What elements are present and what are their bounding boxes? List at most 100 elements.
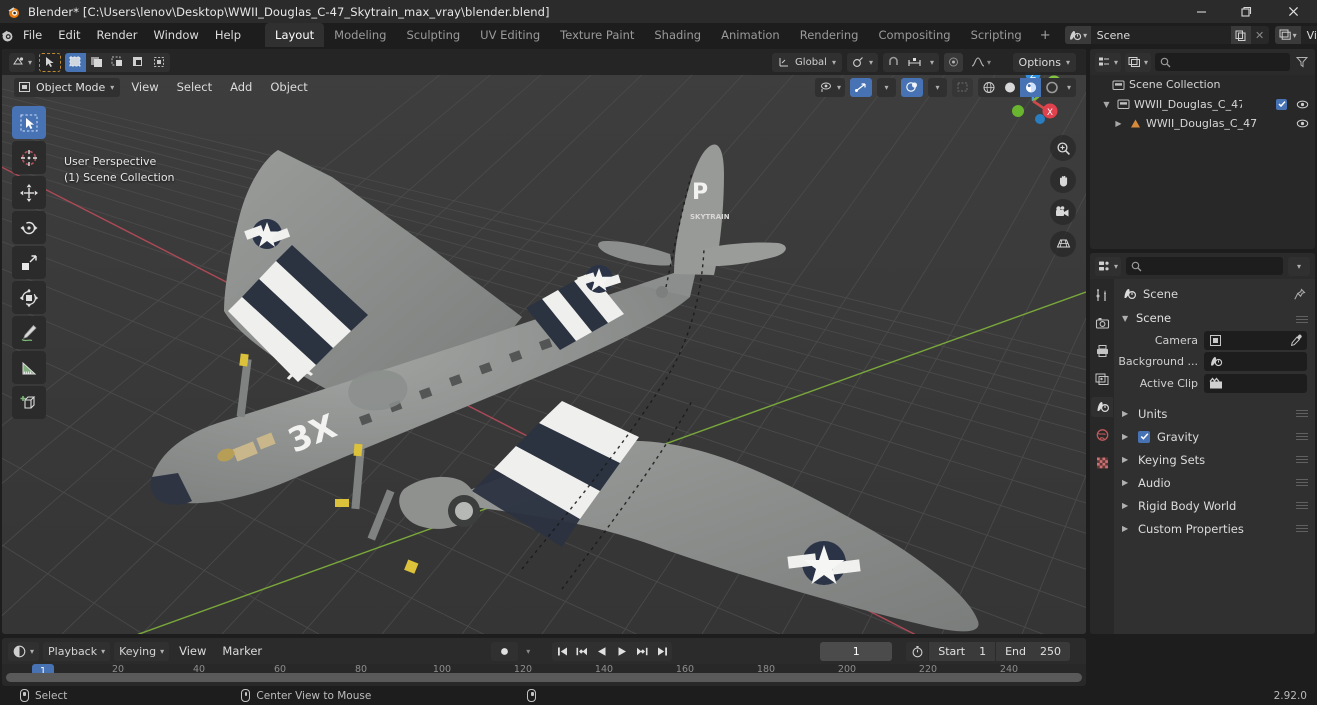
prev-keyframe-button[interactable]: [572, 642, 592, 661]
properties-search-input[interactable]: [1126, 257, 1283, 275]
tab-world[interactable]: [1091, 425, 1113, 445]
rotate-tool[interactable]: [12, 211, 46, 244]
timeline-editor[interactable]: ▾ Playback ▾ Keying ▾ View Marker ▾ 1 St…: [2, 638, 1086, 686]
viewport-menu-object[interactable]: Object: [263, 78, 314, 96]
snapping-group[interactable]: ▾: [882, 52, 939, 72]
next-keyframe-button[interactable]: [632, 642, 652, 661]
tab-scene[interactable]: [1091, 397, 1113, 417]
tab-animation[interactable]: Animation: [711, 23, 790, 47]
properties-section-keying-sets[interactable]: ▶ Keying Sets: [1114, 448, 1315, 471]
select-set-icon[interactable]: [65, 52, 87, 72]
outliner-editor-type-button[interactable]: ▾: [1095, 52, 1122, 72]
transform-tool[interactable]: [12, 281, 46, 314]
xray-toggle[interactable]: [952, 77, 973, 97]
gizmo-toggle[interactable]: [850, 77, 872, 97]
viewport-menu-add[interactable]: Add: [223, 78, 259, 96]
tab-compositing[interactable]: Compositing: [868, 23, 960, 47]
zoom-icon[interactable]: [1050, 135, 1076, 161]
camera-field[interactable]: [1204, 330, 1307, 350]
properties-section-audio[interactable]: ▶ Audio: [1114, 471, 1315, 494]
solid-shading-icon[interactable]: [999, 78, 1020, 97]
rendered-shading-icon[interactable]: [1041, 78, 1062, 97]
tab-scripting[interactable]: Scripting: [961, 23, 1032, 47]
toggle-orthographic-icon[interactable]: [1050, 231, 1076, 257]
tweak-tool-indicator[interactable]: [39, 52, 62, 72]
maximize-button[interactable]: [1224, 0, 1269, 23]
chevron-down-icon[interactable]: ▼: [1122, 314, 1131, 323]
properties-section-rigid-body-world[interactable]: ▶ Rigid Body World: [1114, 494, 1315, 517]
auto-keying-toggle[interactable]: [491, 641, 519, 661]
gizmo-dropdown[interactable]: ▾: [877, 77, 896, 97]
play-button[interactable]: [612, 642, 632, 661]
properties-panel-scene-header[interactable]: ▼ Scene: [1114, 308, 1315, 328]
jump-to-end-button[interactable]: [652, 642, 672, 661]
chevron-down-icon[interactable]: ▼: [1100, 100, 1113, 109]
menu-render[interactable]: Render: [89, 25, 146, 45]
overlays-dropdown[interactable]: ▾: [928, 77, 947, 97]
measure-tool[interactable]: [12, 351, 46, 384]
blender-menu-icon[interactable]: [0, 28, 15, 43]
tweak-select-tool[interactable]: [12, 106, 46, 139]
properties-section-custom-properties[interactable]: ▶ Custom Properties: [1114, 517, 1315, 540]
gravity-checkbox[interactable]: [1138, 430, 1150, 443]
properties-editor[interactable]: ▾ ▾ Scene ▼ Scene Camera Background ... …: [1090, 253, 1315, 634]
properties-editor-type-button[interactable]: ▾: [1095, 256, 1122, 276]
chevron-right-icon[interactable]: ▶: [1112, 119, 1125, 128]
chevron-right-icon[interactable]: ▶: [1122, 455, 1131, 464]
tab-modeling[interactable]: Modeling: [324, 23, 396, 47]
pin-icon[interactable]: [1293, 287, 1306, 301]
snap-dropdown-arrow[interactable]: ▾: [925, 53, 939, 72]
jump-to-start-button[interactable]: [552, 642, 572, 661]
select-extend-icon[interactable]: [86, 53, 107, 72]
minimize-button[interactable]: [1179, 0, 1224, 23]
keying-dropdown[interactable]: Keying ▾: [114, 641, 170, 661]
current-frame-field[interactable]: 1: [820, 641, 893, 661]
wireframe-shading-icon[interactable]: [978, 78, 999, 97]
add-workspace-button[interactable]: +: [1032, 28, 1059, 43]
select-subtract-icon[interactable]: [107, 53, 128, 72]
viewport-menu-view[interactable]: View: [124, 78, 165, 96]
editor-type-button[interactable]: ▾: [9, 52, 36, 72]
outliner-search-input[interactable]: [1155, 53, 1290, 71]
3d-viewport[interactable]: 3X P SKYTRAIN ▾ Global ▾ ▾ ▾ ▾ Options ▾…: [2, 49, 1086, 634]
unlink-scene-button[interactable]: ✕: [1251, 26, 1269, 44]
tab-render[interactable]: [1091, 313, 1113, 333]
select-intersect-icon[interactable]: [149, 53, 170, 72]
tab-view-layer[interactable]: [1091, 369, 1113, 389]
active-clip-field[interactable]: [1204, 373, 1307, 393]
tab-texture-paint[interactable]: Texture Paint: [550, 23, 644, 47]
tab-rendering[interactable]: Rendering: [790, 23, 869, 47]
chevron-right-icon[interactable]: ▶: [1122, 501, 1131, 510]
timeline-editor-type-button[interactable]: ▾: [8, 641, 40, 661]
move-tool[interactable]: [12, 176, 46, 209]
cursor-tool[interactable]: [12, 141, 46, 174]
close-button[interactable]: [1269, 0, 1317, 23]
overlays-toggle[interactable]: [901, 77, 923, 97]
view-layer-icon[interactable]: ▾: [1274, 26, 1301, 44]
stopwatch-icon[interactable]: [906, 645, 928, 658]
magnet-icon[interactable]: [883, 53, 904, 72]
tab-uv-editing[interactable]: UV Editing: [470, 23, 550, 47]
add-cube-tool[interactable]: [12, 386, 46, 419]
select-invert-icon[interactable]: [128, 53, 149, 72]
properties-options-dropdown[interactable]: ▾: [1288, 256, 1310, 276]
menu-window[interactable]: Window: [145, 25, 206, 45]
tab-layout[interactable]: Layout: [265, 23, 325, 47]
view-layer-name[interactable]: View Layer: [1300, 26, 1317, 44]
timeline-menu-marker[interactable]: Marker: [216, 642, 268, 660]
camera-view-icon[interactable]: [1050, 199, 1076, 225]
playback-dropdown[interactable]: Playback ▾: [43, 641, 111, 661]
snap-pivot-dropdown[interactable]: ▾: [846, 52, 878, 72]
chevron-right-icon[interactable]: ▶: [1122, 524, 1131, 533]
tab-output[interactable]: [1091, 341, 1113, 361]
outliner-editor[interactable]: ▾ ▾ Scene Collection ▼ WWII_Douglas_C_47…: [1090, 49, 1315, 249]
chevron-right-icon[interactable]: ▶: [1122, 432, 1131, 441]
menu-file[interactable]: File: [15, 25, 50, 45]
auto-keying-dropdown[interactable]: ▾: [522, 641, 535, 661]
material-preview-shading-icon[interactable]: [1020, 77, 1041, 97]
eye-icon[interactable]: [1296, 99, 1309, 110]
new-scene-button[interactable]: [1230, 26, 1251, 44]
outliner-row-object[interactable]: ▶ WWII_Douglas_C_47: [1090, 114, 1315, 134]
annotate-tool[interactable]: [12, 316, 46, 349]
visibility-dropdown[interactable]: ▾: [814, 77, 845, 97]
